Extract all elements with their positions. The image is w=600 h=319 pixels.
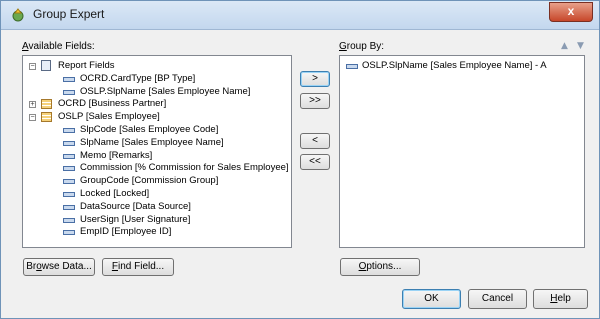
tree-item-label: DataSource [Data Source] [80,200,191,212]
field-icon [63,76,75,82]
tree-item[interactable]: − Report Fields [23,60,289,72]
field-icon [63,204,75,210]
table-icon [41,99,52,110]
tree-item[interactable]: EmpID [Employee ID] [23,226,289,238]
field-icon [63,153,75,159]
dialog-body: Available Fields: − Report Fields OCRD.Car… [9,30,591,312]
options-button[interactable]: Options... [340,258,420,276]
add-field-button[interactable]: > [300,71,330,87]
group-by-label: Group By: [339,41,385,52]
tree-item-label: SlpName [Sales Employee Name] [80,136,224,148]
remove-field-button[interactable]: < [300,133,330,149]
available-fields-label: Available Fields: [22,41,95,52]
field-icon [63,166,75,172]
remove-all-fields-button[interactable]: << [300,154,330,170]
tree-item[interactable]: Memo [Remarks] [23,150,289,162]
cancel-button[interactable]: Cancel [468,289,527,309]
group-expert-window: Group Expert x Available Fields: − Report… [0,0,600,319]
tree-item[interactable]: + OCRD [Business Partner] [23,98,289,110]
tree-item-label: OSLP.SlpName [Sales Employee Name] [80,85,251,97]
tree-item[interactable]: UserSign [User Signature] [23,214,289,226]
report-fields-icon [41,60,51,71]
field-icon [346,64,358,69]
move-down-arrow-icon[interactable]: ▼ [577,41,584,51]
tree-item[interactable]: − OSLP [Sales Employee] [23,111,289,123]
add-all-fields-button[interactable]: >> [300,93,330,109]
tree-item-label: OCRD.CardType [BP Type] [80,72,196,84]
tree-item-label: GroupCode [Commission Group] [80,175,219,187]
tree-item-label: Memo [Remarks] [80,149,153,161]
group-by-item[interactable]: OSLP.SlpName [Sales Employee Name] - A [344,60,547,72]
find-field-button[interactable]: Find Field... [102,258,174,276]
tree-item[interactable]: SlpCode [Sales Employee Code] [23,124,289,136]
expand-icon[interactable]: + [29,101,36,109]
collapse-icon[interactable]: − [29,114,36,122]
tree-item-label: SlpCode [Sales Employee Code] [80,124,219,135]
ok-button[interactable]: OK [402,289,461,309]
tree-item-label: Report Fields [58,60,115,71]
field-icon [63,230,75,236]
tree-item[interactable]: Locked [Locked] [23,188,289,200]
tree-item[interactable]: Commission [% Commission for Sales Emplo… [23,162,289,174]
group-expert-icon [12,8,24,22]
tree-item-label: OCRD [Business Partner] [58,98,167,110]
field-icon [63,140,75,146]
tree-item[interactable]: DataSource [Data Source] [23,201,289,213]
tree-item-label: OSLP [Sales Employee] [58,111,160,123]
field-icon [63,217,75,223]
title-bar[interactable]: Group Expert x [1,1,599,30]
tree-item[interactable]: OSLP.SlpName [Sales Employee Name] [23,86,289,98]
close-button[interactable]: x [549,2,593,22]
tree-item[interactable]: GroupCode [Commission Group] [23,175,289,187]
tree-item-label: Locked [Locked] [80,188,150,199]
table-icon [41,112,52,123]
window-title: Group Expert [33,7,105,21]
tree-item-label: Commission [% Commission for Sales Emplo… [80,162,289,174]
move-up-arrow-icon[interactable]: ▲ [561,41,568,51]
tree-item-label: EmpID [Employee ID] [80,226,172,238]
field-icon [63,89,75,95]
browse-data-button[interactable]: Browse Data... [23,258,95,276]
field-icon [63,128,75,133]
tree-item[interactable]: SlpName [Sales Employee Name] [23,137,289,149]
tree-item-label: UserSign [User Signature] [80,213,191,225]
field-icon [63,192,75,197]
field-icon [63,179,75,185]
collapse-icon[interactable]: − [29,63,36,70]
group-by-list[interactable]: OSLP.SlpName [Sales Employee Name] - A [339,55,585,248]
available-fields-tree[interactable]: − Report Fields OCRD.CardType [BP Type] OSL… [22,55,292,248]
group-by-item-label: OSLP.SlpName [Sales Employee Name] - A [362,60,547,71]
tree-item[interactable]: OCRD.CardType [BP Type] [23,73,289,85]
help-button[interactable]: Help [533,289,588,309]
